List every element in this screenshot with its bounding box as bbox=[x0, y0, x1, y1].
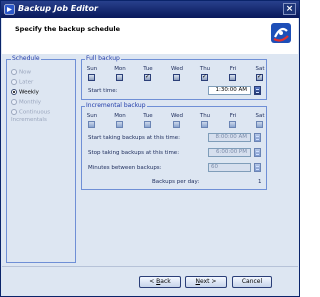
inc-checkbox-mon[interactable] bbox=[116, 121, 123, 128]
inc-checkbox-sun[interactable] bbox=[88, 121, 95, 128]
inc-start-label: Start taking backups at this time: bbox=[88, 135, 180, 141]
inc-checkbox-fri[interactable] bbox=[229, 121, 236, 128]
footer-divider bbox=[2, 266, 298, 267]
cancel-button[interactable]: Cancel bbox=[232, 276, 272, 288]
wizard-header: Specify the backup schedule bbox=[2, 18, 298, 54]
radio-weekly[interactable] bbox=[11, 89, 17, 95]
inc-checkbox-thu[interactable] bbox=[201, 121, 208, 128]
inc-checkbox-sat[interactable] bbox=[256, 121, 263, 128]
radio-now[interactable] bbox=[11, 69, 17, 75]
page-title: Specify the backup schedule bbox=[15, 25, 120, 33]
minutes-between-field[interactable]: 60 bbox=[208, 163, 251, 172]
full-day-tue: Tue bbox=[143, 66, 153, 72]
full-checkbox-sat[interactable] bbox=[256, 73, 263, 81]
full-day-sat: Sat bbox=[255, 66, 265, 72]
full-day-wed: Wed bbox=[171, 66, 183, 72]
full-day-sun: Sun bbox=[86, 66, 98, 72]
start-time-spinner[interactable] bbox=[254, 86, 261, 95]
next-button[interactable]: Next > bbox=[185, 276, 227, 288]
full-checkbox-wed[interactable] bbox=[173, 74, 180, 81]
inc-day-tue: Tue bbox=[143, 113, 153, 119]
full-checkbox-fri[interactable] bbox=[229, 74, 236, 81]
radio-later[interactable] bbox=[11, 79, 17, 85]
back-button[interactable]: < Back bbox=[139, 276, 181, 288]
inc-checkbox-wed[interactable] bbox=[173, 121, 180, 128]
schedule-group: Schedule Now Later Weekly Monthly Contin… bbox=[6, 55, 76, 263]
inc-checkbox-tue[interactable] bbox=[144, 121, 151, 128]
minutes-between-spinner[interactable] bbox=[254, 163, 261, 172]
backup-logo-icon bbox=[271, 23, 291, 43]
schedule-option-later[interactable]: Later bbox=[11, 79, 33, 86]
inc-day-sun: Sun bbox=[86, 113, 98, 119]
inc-day-sat: Sat bbox=[255, 113, 265, 119]
full-checkbox-sun[interactable] bbox=[88, 74, 95, 81]
schedule-option-monthly[interactable]: Monthly bbox=[11, 99, 41, 106]
backup-job-editor-window: Backup Job Editor × Specify the backup s… bbox=[0, 0, 300, 297]
title-bar[interactable]: Backup Job Editor × bbox=[1, 1, 299, 18]
inc-day-mon: Mon bbox=[114, 113, 126, 119]
inc-stop-spinner[interactable] bbox=[254, 148, 261, 157]
full-backup-group-label: Full backup bbox=[85, 55, 121, 62]
full-checkbox-thu[interactable] bbox=[201, 73, 208, 81]
radio-monthly[interactable] bbox=[11, 99, 17, 105]
schedule-option-now[interactable]: Now bbox=[11, 69, 31, 76]
inc-day-thu: Thu bbox=[199, 113, 211, 119]
schedule-group-label: Schedule bbox=[11, 55, 41, 62]
incremental-backup-group-label: Incremental backup bbox=[85, 102, 147, 109]
incremental-backup-group: Incremental backup Sun Mon Tue Wed Thu F… bbox=[81, 102, 267, 190]
inc-start-time-field[interactable]: 8:00:00 AM bbox=[208, 133, 251, 142]
minutes-between-label: Minutes between backups: bbox=[88, 165, 162, 171]
backups-per-day-label: Backups per day: bbox=[152, 179, 200, 185]
inc-stop-time-field[interactable]: 6:00:00 PM bbox=[208, 148, 251, 157]
backup-app-icon bbox=[4, 4, 15, 15]
full-backup-group: Full backup Sun Mon Tue Wed Thu Fri Sat … bbox=[81, 55, 267, 100]
full-checkbox-tue[interactable] bbox=[144, 73, 151, 81]
inc-stop-label: Stop taking backups at this time: bbox=[88, 150, 180, 156]
schedule-option-weekly[interactable]: Weekly bbox=[11, 89, 39, 96]
full-day-fri: Fri bbox=[229, 66, 237, 72]
full-day-thu: Thu bbox=[199, 66, 211, 72]
inc-start-spinner[interactable] bbox=[254, 133, 261, 142]
close-button[interactable]: × bbox=[283, 3, 296, 15]
radio-continuous[interactable] bbox=[11, 109, 17, 115]
inc-day-fri: Fri bbox=[229, 113, 237, 119]
start-time-field[interactable]: 1:30:00 AM bbox=[208, 86, 251, 95]
full-checkbox-mon[interactable] bbox=[116, 74, 123, 81]
schedule-option-continuous[interactable]: Continuous Incrementals bbox=[11, 109, 73, 124]
start-time-label: Start time: bbox=[88, 88, 118, 94]
full-day-mon: Mon bbox=[114, 66, 126, 72]
backups-per-day-value: 1 bbox=[258, 179, 262, 185]
window-title: Backup Job Editor bbox=[18, 4, 98, 13]
inc-day-wed: Wed bbox=[171, 113, 183, 119]
